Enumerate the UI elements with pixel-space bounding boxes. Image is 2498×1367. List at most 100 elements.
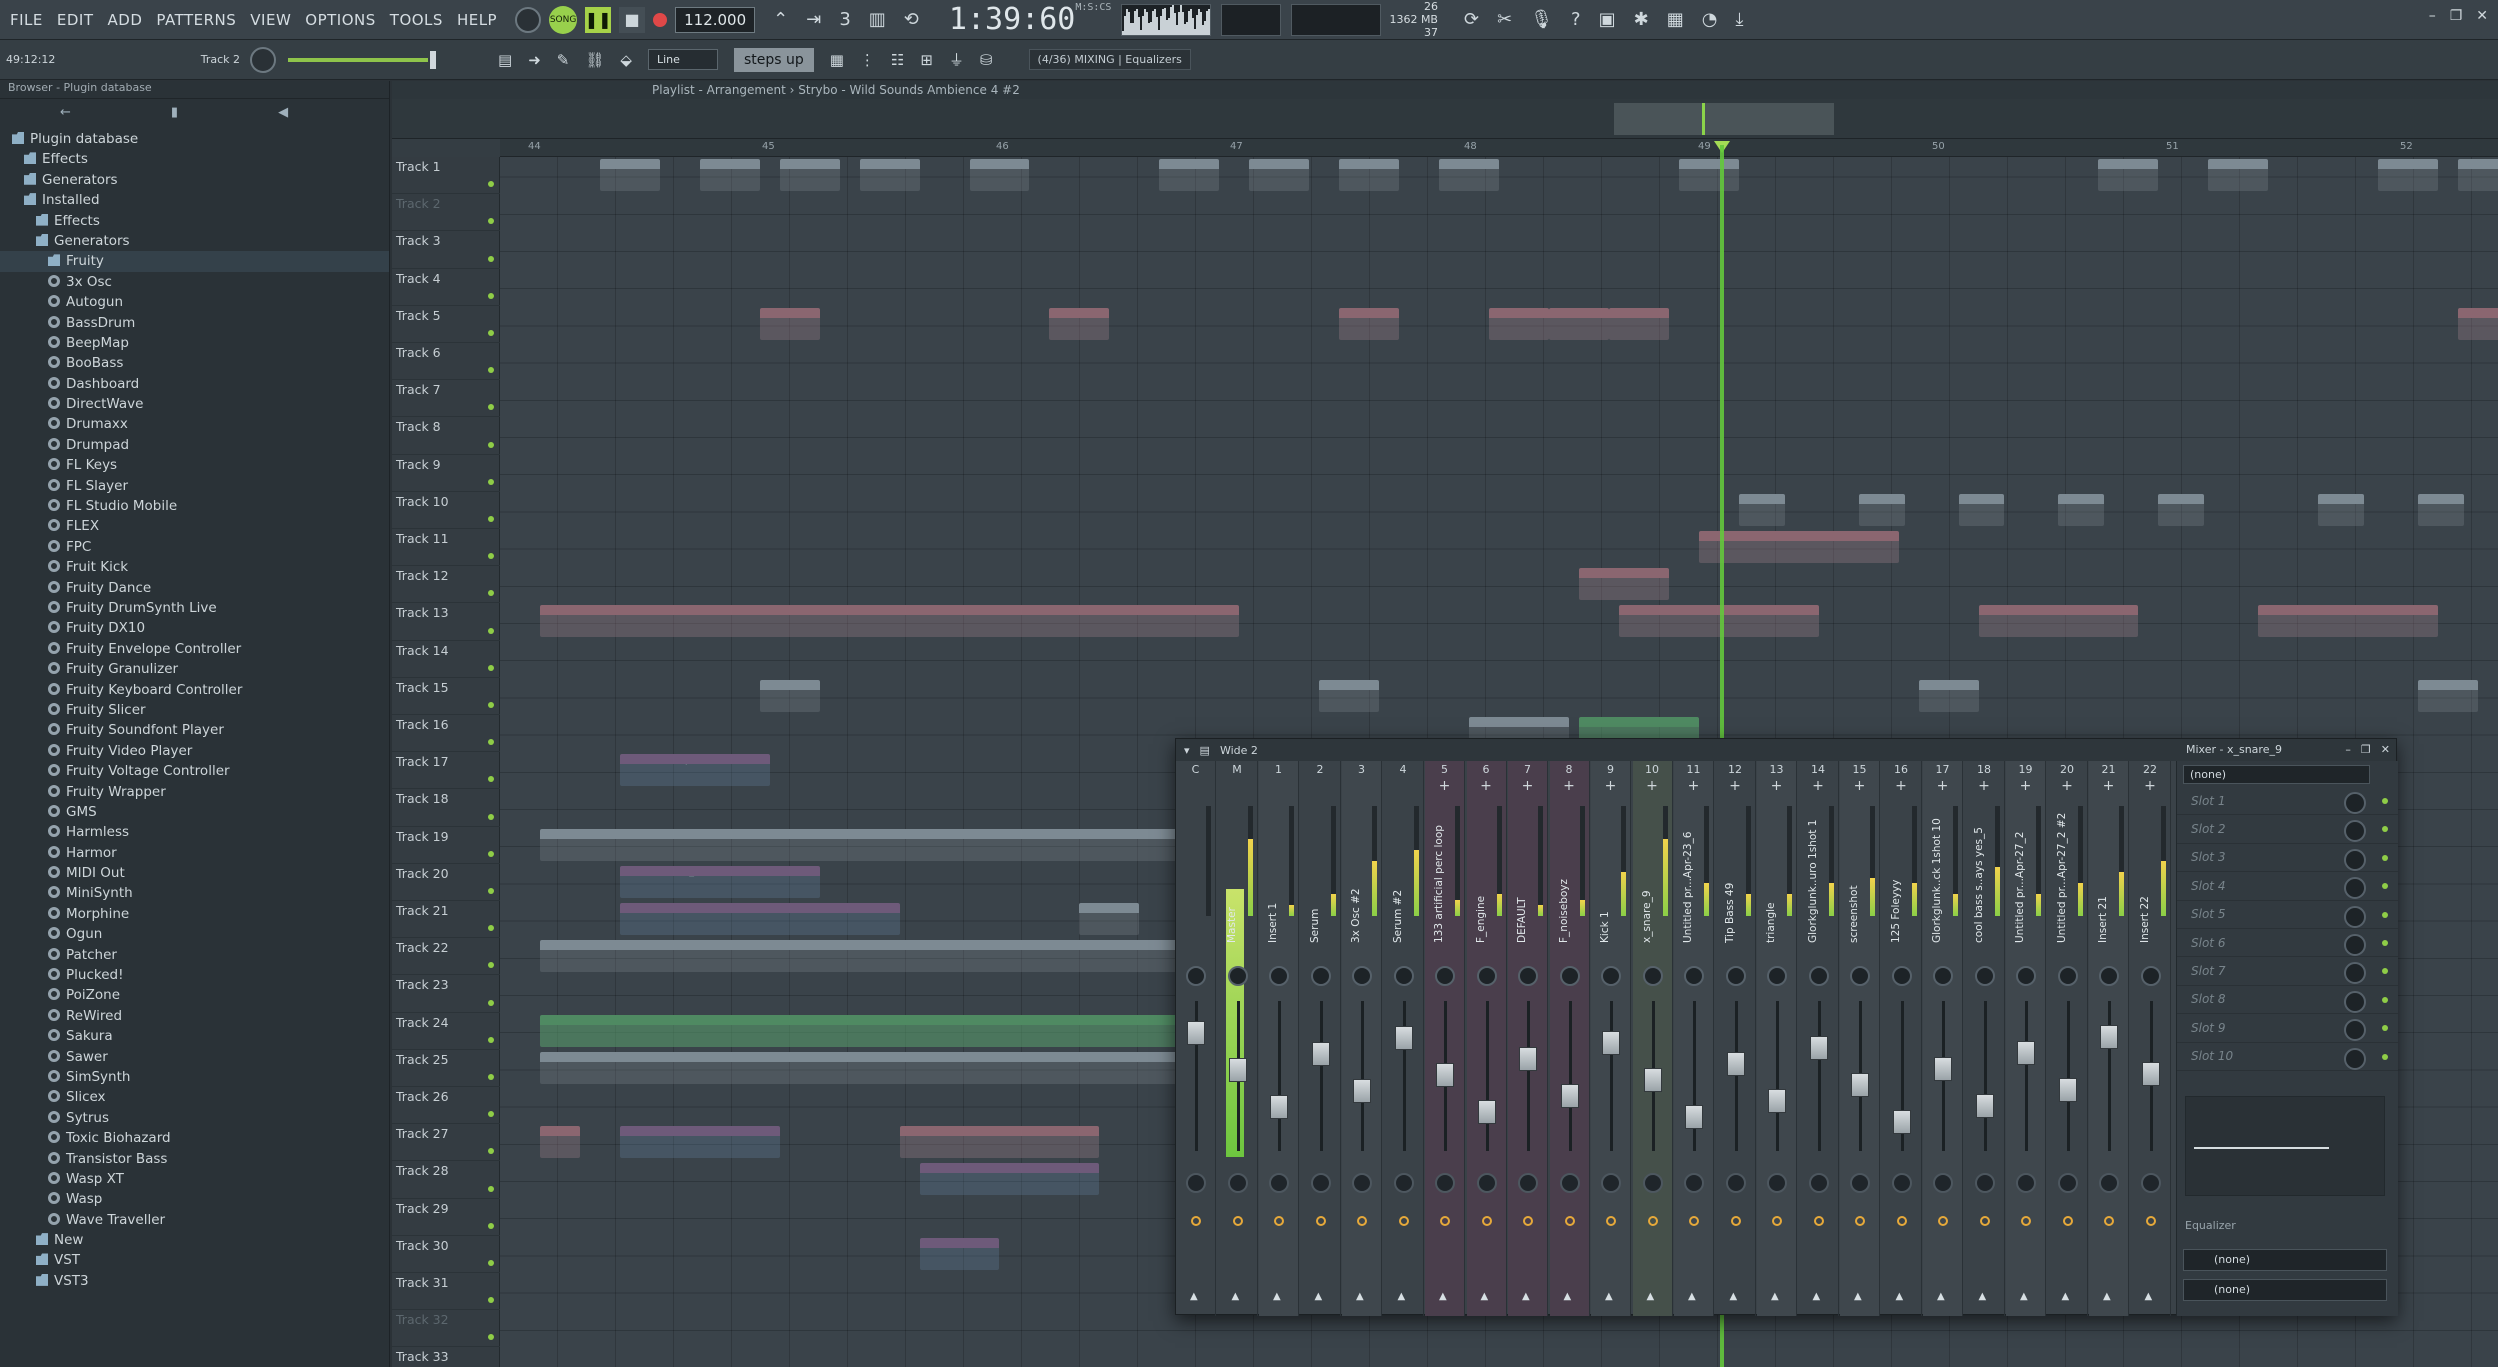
stereo-separation-knob[interactable] <box>1186 966 1206 986</box>
snap-dropdown[interactable]: Line <box>647 49 718 70</box>
pan-knob[interactable] <box>1227 1173 1248 1193</box>
volume-fader[interactable] <box>1477 1100 1496 1124</box>
add-insert-icon[interactable] <box>1259 779 1298 795</box>
send-switch-icon[interactable] <box>1274 1216 1284 1226</box>
browser-item[interactable]: Fruity Voltage Controller <box>0 761 389 781</box>
play-button[interactable]: ❚❚ <box>585 6 612 33</box>
mixer-strip[interactable]: 15 + screenshot ▲ <box>1840 761 1880 1316</box>
volume-fader[interactable] <box>1975 1094 1994 1118</box>
track-header[interactable]: Track 22 <box>392 938 500 976</box>
song-time-display[interactable]: 1:39:60M:S:CS <box>949 2 1112 37</box>
playlist-clip[interactable]: Kick 1 <box>779 159 840 191</box>
browser-item[interactable]: Autogun <box>0 292 389 312</box>
stop-button[interactable]: ■ <box>619 6 646 33</box>
route-arrow-icon[interactable]: ▲ <box>1730 1291 1738 1302</box>
stereo-separation-knob[interactable] <box>1476 966 1497 986</box>
mixer-strip[interactable]: 11 + Untitled pr...Apr-23_6 ▲ <box>1674 761 1714 1316</box>
playlist-clip[interactable]: scr..hot <box>759 307 820 340</box>
track-header[interactable]: Track 32 <box>392 1310 500 1348</box>
pan-knob[interactable] <box>1310 1173 1331 1193</box>
pan-knob[interactable] <box>1186 1173 1206 1193</box>
playlist-clip[interactable]: Kick 1 <box>1249 159 1310 191</box>
stamp-icon[interactable]: ⬙ <box>620 51 632 69</box>
browser-item[interactable]: Fruity Video Player <box>0 741 389 761</box>
record-button[interactable] <box>653 12 668 27</box>
playlist-clip[interactable]: Kick 1 <box>2098 159 2159 191</box>
browser-item[interactable]: New <box>0 1230 389 1250</box>
playlist-clip[interactable]: scr..hot <box>1339 307 1400 340</box>
browser-item[interactable]: SimSynth <box>0 1067 389 1087</box>
wait-icon[interactable]: ⇥ <box>806 9 821 30</box>
cut-icon[interactable]: ✂ <box>1497 9 1512 30</box>
volume-fader[interactable] <box>2100 1025 2118 1049</box>
route-arrow-icon[interactable]: ▲ <box>1854 1291 1862 1302</box>
add-insert-icon[interactable]: + <box>1633 779 1672 795</box>
pan-knob[interactable] <box>1642 1173 1663 1193</box>
pan-knob[interactable] <box>1476 1173 1497 1193</box>
browser-item[interactable]: Effects <box>0 149 389 169</box>
send-switch-icon[interactable] <box>2104 1216 2114 1226</box>
track-header[interactable]: Track 3 <box>392 231 500 269</box>
help-icon[interactable]: ? <box>1571 9 1581 30</box>
send-switch-icon[interactable] <box>1938 1216 1948 1226</box>
playlist-clip[interactable]: Kick 1 <box>2458 159 2498 191</box>
mixer-strip[interactable]: 20 + Untitled pr...Apr-27_2 #2 ▲ <box>2048 761 2088 1316</box>
track-mute-led[interactable] <box>488 887 494 894</box>
fx-slot[interactable]: Slot 3 <box>2177 844 2398 873</box>
track-mute-led[interactable] <box>488 999 494 1006</box>
browser-item[interactable]: Fruity Granulizer <box>0 659 389 679</box>
browser-item[interactable]: Fruity Slicer <box>0 700 389 720</box>
track-header[interactable]: Track 4 <box>392 269 500 306</box>
send-switch-icon[interactable] <box>1730 1216 1741 1226</box>
track-header[interactable]: Track 31 <box>392 1273 500 1311</box>
mixer-strip[interactable]: 2 Serum ▲ <box>1301 761 1341 1316</box>
mixer-layout-icon[interactable]: ▤ <box>1200 744 1210 757</box>
stereo-separation-knob[interactable] <box>1559 966 1580 986</box>
mixer-strip[interactable]: 12 + Tip Bass 49 ▲ <box>1716 761 1756 1316</box>
menu-add[interactable]: ADD <box>108 11 143 29</box>
steps-up-button[interactable]: steps up <box>733 47 814 72</box>
track-mute-led[interactable] <box>488 255 494 262</box>
route-arrow-icon[interactable]: ▲ <box>1564 1291 1572 1302</box>
playlist-clip[interactable]: Tl..49 <box>1079 903 1140 935</box>
mixer-layout-name[interactable]: Wide 2 <box>1220 744 1258 757</box>
volume-fader[interactable] <box>1270 1095 1288 1119</box>
add-insert-icon[interactable]: + <box>1923 779 1962 795</box>
playlist-clip[interactable]: Steve Crash 1 <box>539 605 1240 638</box>
mixer-strip[interactable]: 3 3x Osc #2 ▲ <box>1342 761 1382 1316</box>
volume-fader[interactable] <box>2017 1041 2035 1065</box>
menu-view[interactable]: VIEW <box>250 11 291 29</box>
track-header[interactable]: Track 11 <box>392 529 500 567</box>
track-mute-led[interactable] <box>488 1148 494 1155</box>
track-header[interactable]: Track 12 <box>392 566 500 604</box>
stereo-separation-knob[interactable] <box>1850 966 1870 986</box>
track-mute-led[interactable] <box>488 329 494 336</box>
stereo-separation-knob[interactable] <box>1435 966 1455 986</box>
route-arrow-icon[interactable]: ▲ <box>1647 1291 1655 1302</box>
browser-icon[interactable]: ⊞ <box>920 51 933 69</box>
browser-item[interactable]: Fruity Keyboard Controller <box>0 680 389 700</box>
browser-item[interactable]: FL Studio Mobile <box>0 496 389 516</box>
pan-knob[interactable] <box>2140 1173 2161 1193</box>
browser-item[interactable]: Effects <box>0 211 389 231</box>
track-header[interactable]: Track 25 <box>392 1050 500 1087</box>
stereo-separation-knob[interactable] <box>2140 966 2161 986</box>
route-arrow-icon[interactable]: ▲ <box>1979 1291 1987 1302</box>
track-mute-led[interactable] <box>488 701 494 708</box>
add-insert-icon[interactable]: + <box>1965 779 2004 795</box>
playlist-clip[interactable]: Steve Crash 1 <box>1978 605 2139 638</box>
volume-fader[interactable] <box>1602 1031 1620 1055</box>
track-mute-led[interactable] <box>488 478 494 485</box>
playlist-clip[interactable]: Kick 1 <box>1159 159 1220 191</box>
send-switch-icon[interactable] <box>1523 1216 1533 1226</box>
folder-view-icon[interactable]: ▮ <box>171 105 178 120</box>
track-header[interactable]: Track 19 <box>392 827 500 864</box>
route-arrow-icon[interactable]: ▲ <box>1273 1291 1281 1302</box>
save-icon[interactable]: ▣ <box>1599 9 1616 30</box>
menu-help[interactable]: HELP <box>457 11 497 29</box>
fx-slot[interactable]: Slot 8 <box>2177 986 2398 1015</box>
track-mute-led[interactable] <box>488 739 494 746</box>
stereo-separation-knob[interactable] <box>2099 966 2119 986</box>
add-insert-icon[interactable]: + <box>2006 779 2045 795</box>
browser-item[interactable]: ReWired <box>0 1006 389 1026</box>
